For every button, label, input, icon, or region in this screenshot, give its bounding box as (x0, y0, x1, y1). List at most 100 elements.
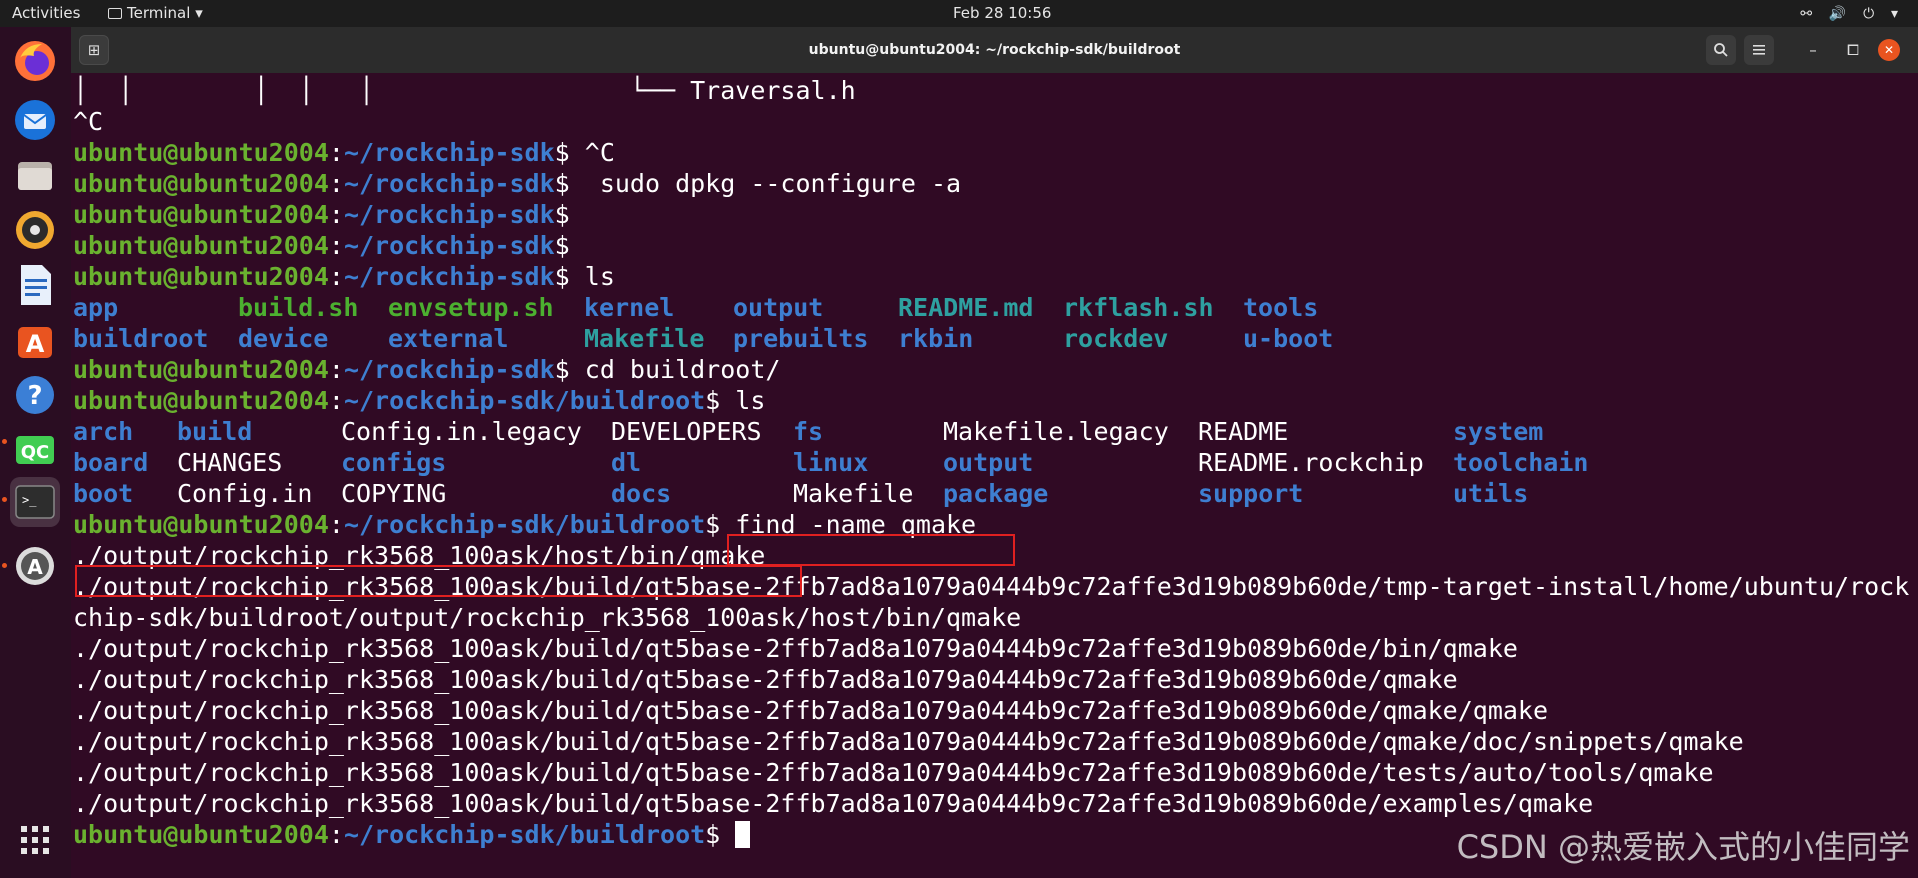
prompt-dollar: $ (705, 820, 721, 849)
ls-entry: app (73, 293, 119, 322)
dock-updater[interactable]: A (10, 541, 60, 591)
ls-entry: toolchain (1453, 448, 1589, 477)
result-line: ./output/rockchip_rk3568_100ask/build/qt… (73, 696, 1549, 725)
terminal-line: │ │ │ │ │ └── Traversal.h (73, 75, 1916, 106)
ls-output-row: buildroot device external Makefile prebu… (73, 323, 1916, 354)
dock-writer[interactable] (10, 260, 60, 310)
help-icon: ? (16, 376, 54, 414)
prompt-user-host: ubuntu@ubuntu2004 (73, 820, 329, 849)
minimize-button[interactable]: – (1798, 35, 1828, 65)
ls-output-row: arch build Config.in.legacy DEVELOPERS f… (73, 416, 1916, 447)
title-bar[interactable]: ubuntu@ubuntu2004: ~/rockchip-sdk/buildr… (71, 27, 1918, 73)
new-tab-button[interactable]: ⊞ (79, 35, 109, 65)
minimize-icon: – (1809, 41, 1817, 59)
dock-terminal[interactable]: >_ (10, 477, 60, 527)
result-line: ./output/rockchip_rk3568_100ask/build/qt… (73, 665, 1458, 694)
prompt-colon: : (328, 169, 344, 198)
ls-entry: configs (341, 448, 447, 477)
ls-entry: u-boot (1243, 324, 1334, 353)
tree-leaf: └── Traversal.h (629, 76, 856, 105)
prompt-user-host: ubuntu@ubuntu2004 (73, 200, 329, 229)
terminal-line: ^C (73, 106, 1916, 137)
power-icon: ⏻ (1863, 6, 1875, 22)
prompt-dollar: $ (554, 231, 570, 260)
new-tab-icon: ⊞ (87, 41, 101, 59)
ls-entry: buildroot (73, 324, 209, 353)
document-icon (21, 265, 51, 305)
hamburger-menu-button[interactable] (1744, 35, 1774, 65)
app-grid-icon (21, 826, 49, 854)
ls-entry: output (733, 293, 824, 322)
prompt-user-host: ubuntu@ubuntu2004 (73, 386, 329, 415)
prompt-user-host: ubuntu@ubuntu2004 (73, 138, 329, 167)
result-line: chip-sdk/buildroot/output/rockchip_rk356… (73, 603, 1022, 632)
watermark: CSDN @热爱嵌入式的小佳同学 (1456, 828, 1910, 866)
running-indicator (2, 497, 7, 502)
dock-software[interactable]: A (10, 315, 60, 365)
app-menu-label: Terminal (127, 4, 191, 22)
system-tray[interactable]: ⚯ 🔊 ⏻ ▾ (1788, 0, 1898, 27)
search-icon (1714, 43, 1728, 57)
ls-entry: external (388, 324, 509, 353)
prompt-path: ~/rockchip-sdk (343, 262, 555, 291)
prompt-path: ~/rockchip-sdk/buildroot (343, 386, 706, 415)
prompt-user-host: ubuntu@ubuntu2004 (73, 510, 329, 539)
ls-entry: Config.in.legacy (341, 417, 582, 446)
ls-entry: output (943, 448, 1034, 477)
prompt-path: ~/rockchip-sdk (343, 138, 555, 167)
network-icon: ⚯ (1800, 6, 1813, 22)
prompt-dollar: $ (554, 138, 570, 167)
ls-entry: fs (793, 417, 824, 446)
ls-entry: linux (793, 448, 869, 477)
dock-qtcreator[interactable]: QC (10, 425, 60, 475)
dock-thunderbird[interactable] (10, 95, 60, 145)
search-button[interactable] (1706, 35, 1736, 65)
result-line: ./output/rockchip_rk3568_100ask/build/qt… (73, 758, 1714, 787)
ls-entry: docs (611, 479, 672, 508)
ls-entry: rkbin (898, 324, 974, 353)
volume-icon: 🔊 (1828, 6, 1847, 22)
ls-entry: README.md (898, 293, 1034, 322)
prompt-path: ~/rockchip-sdk (343, 355, 555, 384)
prompt-path: ~/rockchip-sdk/buildroot (343, 820, 706, 849)
dock-firefox[interactable] (10, 36, 60, 86)
maximize-button[interactable]: ⧠ (1838, 35, 1868, 65)
prompt-path: ~/rockchip-sdk/buildroot (343, 510, 706, 539)
dock-rhythmbox[interactable] (10, 205, 60, 255)
command-text: ls (720, 386, 766, 415)
dock-help[interactable]: ? (10, 370, 60, 420)
svg-text:QC: QC (21, 442, 50, 463)
prompt-colon: : (328, 386, 344, 415)
clock[interactable]: Feb 28 10:56 (953, 0, 1051, 27)
prompt-dollar: $ (554, 262, 570, 291)
ls-entry: Config.in (177, 479, 313, 508)
ls-entry: Makefile (584, 324, 705, 353)
prompt-line: ubuntu@ubuntu2004:~/rockchip-sdk$ (73, 230, 1916, 261)
dock-files[interactable] (10, 150, 60, 200)
text-cursor (735, 821, 751, 848)
ls-entry: Makefile.legacy (943, 417, 1169, 446)
activities-button[interactable]: Activities (12, 0, 80, 27)
ls-entry: system (1453, 417, 1544, 446)
prompt-colon: : (328, 355, 344, 384)
show-applications-button[interactable] (10, 815, 60, 865)
ls-entry: board (73, 448, 149, 477)
result-line: ./output/rockchip_rk3568_100ask/build/qt… (73, 789, 1594, 818)
close-icon: ✕ (1883, 43, 1895, 57)
ls-entry: kernel (584, 293, 675, 322)
ls-entry: envsetup.sh (388, 293, 554, 322)
top-bar: Activities Terminal ▾ Feb 28 10:56 ⚯ 🔊 ⏻… (0, 0, 1918, 27)
ls-entry: README (1198, 417, 1289, 446)
prompt-dollar: $ (554, 169, 570, 198)
app-menu-terminal[interactable]: Terminal ▾ (108, 0, 203, 27)
prompt-user-host: ubuntu@ubuntu2004 (73, 355, 329, 384)
prompt-colon: : (328, 262, 344, 291)
close-button[interactable]: ✕ (1878, 39, 1900, 61)
terminal-output[interactable]: │ │ │ │ │ └── Traversal.h ^C ubuntu@ubun… (73, 75, 1916, 875)
ls-entry: build.sh (238, 293, 359, 322)
prompt-user-host: ubuntu@ubuntu2004 (73, 231, 329, 260)
ls-entry: support (1198, 479, 1304, 508)
result-line: ./output/rockchip_rk3568_100ask/build/qt… (73, 727, 1744, 756)
prompt-dollar: $ (554, 355, 570, 384)
svg-text:A: A (26, 330, 45, 358)
